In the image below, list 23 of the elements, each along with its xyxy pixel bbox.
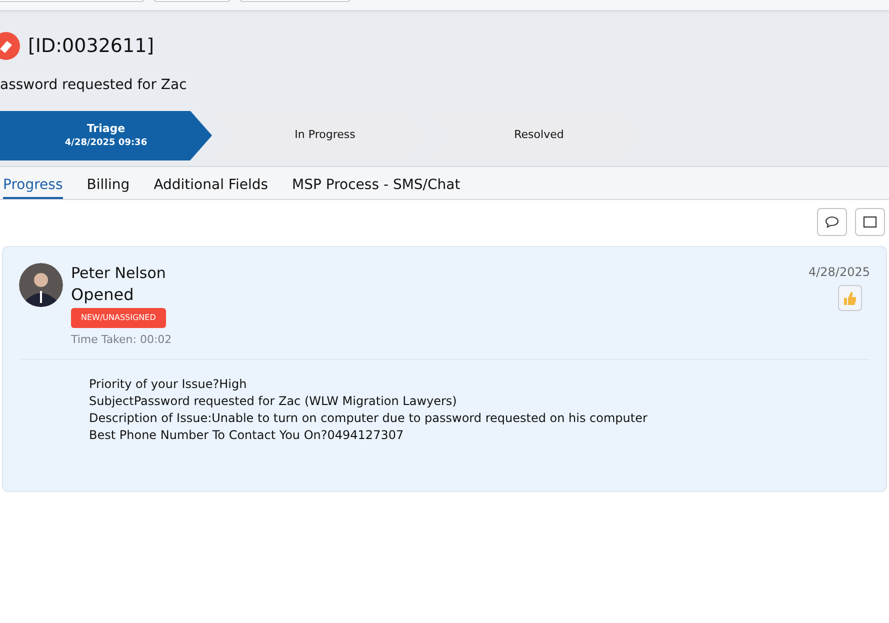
toolbar-button[interactable] <box>855 208 885 236</box>
tab[interactable]: Progress <box>3 167 63 199</box>
detail-line: SubjectPassword requested for Zac (WLW Migration Lawyers) <box>89 392 458 410</box>
thumbs-up-icon <box>843 290 857 306</box>
detail-line: Description of Issue:Unable to turn on computer due to password requested on his computer <box>89 410 648 426</box>
ticket-id: [ID:0032611] <box>28 34 154 59</box>
tab[interactable]: MSP Process - SMS/Chat <box>292 167 460 199</box>
avatar <box>19 263 63 307</box>
time-taken: Time Taken: 00:02 <box>71 332 173 348</box>
action-label: Opened <box>71 284 135 306</box>
status-badge: NEW/UNASSIGNED <box>71 308 166 328</box>
ticket-icon <box>0 32 20 60</box>
ticket-subject: assword requested for Zac <box>0 76 188 94</box>
tab[interactable]: Additional Fields <box>154 167 268 199</box>
detail-line: Best Phone Number To Contact You On?0494127307 <box>89 426 405 444</box>
comment-button[interactable] <box>817 208 847 236</box>
detail-line: Priority of your Issue?High <box>89 376 248 392</box>
stage-step[interactable]: Triage 4/28/2025 09:36 <box>0 110 212 160</box>
square-icon <box>863 216 877 228</box>
entry-date: 4/28/2025 <box>808 264 870 281</box>
speech-bubble-icon <box>825 216 839 228</box>
tab[interactable]: Billing <box>86 167 130 199</box>
author-name: Peter Nelson <box>71 263 167 283</box>
